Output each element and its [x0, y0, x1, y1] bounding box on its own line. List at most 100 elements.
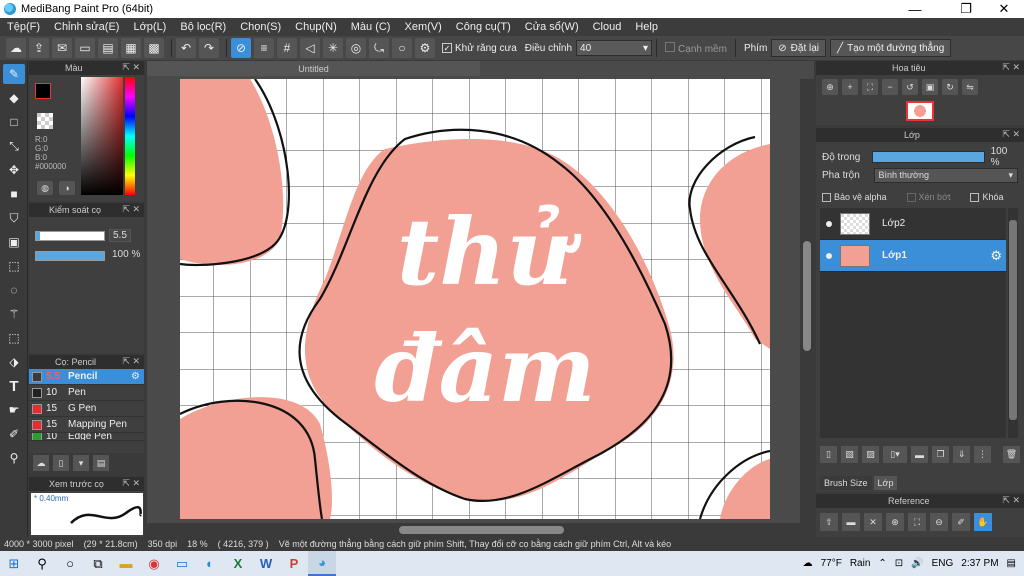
bucket-tool-icon[interactable]: ⛉ [3, 208, 25, 228]
blend-mode-select[interactable]: Bình thường ▾ [873, 167, 1018, 183]
panel-controls-icon[interactable]: ⇱ ✕ [122, 356, 140, 367]
delete-layer-icon[interactable]: 🗑 [1003, 446, 1020, 463]
minimize-button[interactable]: — [898, 0, 932, 18]
maximize-button[interactable]: ❐ [949, 0, 983, 18]
select-pen-icon[interactable]: ⬚ [3, 328, 25, 348]
weather-icon[interactable]: ☁ [803, 558, 813, 569]
snap-settings-icon[interactable]: ⚙ [415, 38, 435, 58]
menu-filter[interactable]: Bộ lọc(R) [173, 21, 233, 33]
perspective-snap-icon[interactable]: ◁ [300, 38, 320, 58]
add-layer-menu-icon[interactable]: ▯▾ [883, 446, 907, 463]
select-eraser-icon[interactable]: ⬗ [3, 352, 25, 372]
gradient-tool-icon[interactable]: ▣ [3, 232, 25, 252]
zoom-fit-icon[interactable]: ⊕ [822, 79, 838, 95]
tab-brush-size[interactable]: Brush Size [820, 476, 872, 490]
lasso-tool-icon[interactable]: ◌ [3, 280, 25, 300]
gear-icon[interactable]: ⚙ [131, 371, 140, 382]
add-brush-icon[interactable]: ▾ [73, 455, 89, 471]
reset-button[interactable]: ⊘ Đặt lại [771, 39, 827, 57]
layer-properties-icon[interactable]: ⋮ [974, 446, 991, 463]
lock-checkbox[interactable]: Khóa [970, 192, 1004, 202]
horizontal-scroll-thumb[interactable] [399, 526, 564, 534]
tab-layer[interactable]: Lớp [873, 476, 898, 490]
layer-item-lop2[interactable]: Lớp2 [820, 208, 1006, 240]
chrome-icon[interactable]: ◉ [140, 551, 168, 576]
search-icon[interactable]: ⚲ [28, 551, 56, 576]
antialias-toggle[interactable]: ✓ Khử răng cưa [442, 43, 517, 54]
menu-cloud[interactable]: Cloud [586, 21, 629, 33]
menu-help[interactable]: Help [628, 21, 665, 33]
palette-icon[interactable]: ◍ [37, 181, 53, 195]
transparent-color-swatch[interactable] [37, 113, 53, 129]
layer-list-scrollbar[interactable] [1008, 208, 1018, 438]
medibang-taskbar-icon[interactable]: ◕ [308, 551, 336, 576]
close-button[interactable]: ✕ [987, 0, 1021, 18]
comment-icon[interactable]: ✉ [52, 38, 72, 58]
upload-icon[interactable]: ⇧ [820, 513, 838, 531]
layer-item-lop1[interactable]: Lớp1 ⚙ [820, 240, 1006, 272]
magic-wand-icon[interactable]: ⚚ [3, 304, 25, 324]
concentric-snap-icon[interactable]: ◎ [346, 38, 366, 58]
zoom-in-icon[interactable]: ⊕ [886, 513, 904, 531]
layer-scroll-thumb[interactable] [1009, 220, 1017, 420]
text-tool-icon[interactable]: T [3, 376, 25, 396]
hue-slider[interactable] [125, 77, 135, 195]
menu-snap[interactable]: Chụp(N) [288, 21, 344, 33]
new-halftone-layer-icon[interactable]: ▨ [862, 446, 879, 463]
duplicate-layer-icon[interactable]: ❐ [932, 446, 949, 463]
menu-tools[interactable]: Công cụ(T) [449, 21, 518, 33]
clipping-checkbox[interactable]: Xén bớt [906, 192, 950, 202]
grid-icon[interactable]: ▩ [144, 38, 164, 58]
protect-alpha-checkbox[interactable]: Bảo vệ alpha [822, 192, 887, 202]
brush-settings-icon[interactable]: ▤ [93, 455, 109, 471]
flip-icon[interactable]: ⇋ [962, 79, 978, 95]
eraser-tool-icon[interactable]: ◆ [3, 88, 25, 108]
visibility-dot-icon[interactable] [826, 220, 832, 227]
panel-controls-icon[interactable]: ⇱ ✕ [1002, 495, 1020, 506]
cortana-icon[interactable]: ○ [56, 551, 84, 576]
move-tool-icon[interactable]: ✥ [3, 160, 25, 180]
eyedropper-tool-icon[interactable]: ⚲ [3, 448, 25, 468]
brush-opacity-slider[interactable] [35, 251, 105, 261]
brush-item-mapping-pen[interactable]: 15 Mapping Pen [29, 417, 144, 433]
horizontal-scrollbar[interactable] [147, 523, 814, 537]
no-snap-icon[interactable]: ⊘ [231, 38, 251, 58]
brush-item-pencil[interactable]: 5.5 Pencil ⚙ [29, 369, 144, 385]
shape-tool-icon[interactable]: □ [3, 112, 25, 132]
parallel-snap-icon[interactable]: ≡ [254, 38, 274, 58]
radial-snap-icon[interactable]: ✳ [323, 38, 343, 58]
straight-line-button[interactable]: ╱ Tạo một đường thẳng [830, 39, 952, 57]
foreground-color-swatch[interactable] [35, 83, 51, 99]
menu-file[interactable]: Tệp(F) [0, 21, 47, 33]
gear-icon[interactable]: ⚙ [990, 248, 1002, 264]
visibility-dot-icon[interactable] [826, 252, 832, 259]
panel-controls-icon[interactable]: ⇱ ✕ [122, 204, 140, 215]
zoom-in-icon[interactable]: + [842, 79, 858, 95]
hand-icon[interactable]: ✋ [974, 513, 992, 531]
reset-view-icon[interactable]: ▣ [922, 79, 938, 95]
dot-tool-icon[interactable]: ⤡ [3, 136, 25, 156]
brush-size-slider[interactable] [35, 231, 105, 241]
navigator-thumbnail[interactable] [906, 101, 934, 121]
menu-layer[interactable]: Lớp(L) [126, 21, 173, 33]
file-explorer-icon[interactable]: ▬ [112, 551, 140, 576]
fill-rect-tool-icon[interactable]: ■ [3, 184, 25, 204]
excel-icon[interactable]: X [224, 551, 252, 576]
weather-condition[interactable]: Rain [850, 558, 871, 569]
saturation-value-picker[interactable] [81, 77, 123, 195]
network-icon[interactable]: ⊡ [895, 558, 903, 569]
eyedropper-icon[interactable]: ✐ [952, 513, 970, 531]
vertical-scrollbar[interactable] [800, 79, 814, 527]
zoom-out-icon[interactable]: ⊖ [930, 513, 948, 531]
menu-select[interactable]: Chọn(S) [233, 21, 288, 33]
fit-window-icon[interactable]: ⛶ [862, 79, 878, 95]
brush-tool-icon[interactable]: ✎ [3, 64, 25, 84]
monitor-icon[interactable]: ▭ [168, 551, 196, 576]
brush-size-value[interactable]: 5.5 [109, 229, 131, 242]
fit-icon[interactable]: ⛶ [908, 513, 926, 531]
pages-icon[interactable]: ▦ [121, 38, 141, 58]
curve-snap-icon[interactable]: ⤿ [369, 38, 389, 58]
panel-controls-icon[interactable]: ⇱ ✕ [1002, 62, 1020, 73]
document-tab[interactable]: Untitled [147, 61, 480, 76]
chat-icon[interactable]: ▭ [75, 38, 95, 58]
